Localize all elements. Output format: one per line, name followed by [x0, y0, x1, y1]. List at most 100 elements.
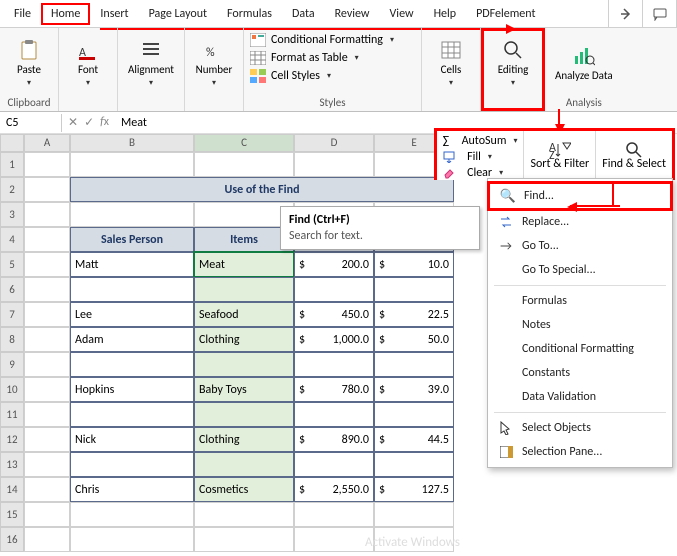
- cell[interactable]: [24, 202, 70, 227]
- tab-help[interactable]: Help: [424, 3, 467, 25]
- menu-replace[interactable]: Replace...: [488, 210, 672, 234]
- number-button[interactable]: % Number ▾: [191, 30, 237, 96]
- cell[interactable]: [24, 402, 70, 427]
- cell[interactable]: [24, 377, 70, 402]
- row-header[interactable]: 15: [0, 502, 24, 527]
- table-header[interactable]: Sales Person: [70, 227, 194, 252]
- font-button[interactable]: A Font ▾: [65, 30, 111, 96]
- row-header[interactable]: 5: [0, 252, 24, 277]
- cell[interactable]: [24, 352, 70, 377]
- table-cell[interactable]: $22.5: [374, 302, 454, 327]
- menu-cond-formatting[interactable]: Conditional Formatting: [488, 337, 672, 361]
- tab-file[interactable]: File: [4, 3, 41, 25]
- tab-insert[interactable]: Insert: [90, 3, 138, 25]
- cell[interactable]: [24, 527, 70, 552]
- table-cell[interactable]: [374, 402, 454, 427]
- table-cell[interactable]: Cosmetics: [194, 477, 294, 502]
- table-cell[interactable]: Nick: [70, 427, 194, 452]
- row-header[interactable]: 7: [0, 302, 24, 327]
- cell[interactable]: [24, 302, 70, 327]
- table-cell[interactable]: [194, 352, 294, 377]
- row-header[interactable]: 13: [0, 452, 24, 477]
- cell[interactable]: [24, 452, 70, 477]
- table-cell[interactable]: [294, 352, 374, 377]
- cell[interactable]: [24, 252, 70, 277]
- cell[interactable]: [24, 277, 70, 302]
- table-cell[interactable]: Baby Toys: [194, 377, 294, 402]
- table-header[interactable]: Items: [194, 227, 294, 252]
- col-header-b[interactable]: B: [70, 134, 194, 152]
- row-header[interactable]: 1: [0, 152, 24, 177]
- table-cell[interactable]: [194, 402, 294, 427]
- paste-button[interactable]: Paste ▾: [6, 30, 52, 96]
- cell[interactable]: [294, 502, 374, 527]
- menu-notes[interactable]: Notes: [488, 313, 672, 337]
- cell[interactable]: [70, 202, 194, 227]
- row-header[interactable]: 6: [0, 277, 24, 302]
- menu-goto-special[interactable]: Go To Special...: [488, 258, 672, 282]
- table-cell[interactable]: Clothing: [194, 427, 294, 452]
- name-box[interactable]: C5: [0, 114, 62, 132]
- tab-view[interactable]: View: [380, 3, 424, 25]
- row-header[interactable]: 2: [0, 177, 24, 202]
- cell[interactable]: [70, 527, 194, 552]
- cell[interactable]: [194, 202, 294, 227]
- cell[interactable]: [24, 427, 70, 452]
- table-cell[interactable]: [374, 452, 454, 477]
- table-cell[interactable]: [70, 352, 194, 377]
- menu-goto[interactable]: →Go To...: [488, 234, 672, 258]
- cell[interactable]: [24, 477, 70, 502]
- col-header-a[interactable]: A: [24, 134, 70, 152]
- fill-button[interactable]: Fill ▾: [443, 150, 518, 164]
- table-cell[interactable]: [194, 277, 294, 302]
- comments-icon[interactable]: [643, 0, 677, 27]
- row-header[interactable]: 16: [0, 527, 24, 552]
- table-cell[interactable]: $44.5: [374, 427, 454, 452]
- cell[interactable]: [24, 227, 70, 252]
- row-header[interactable]: 11: [0, 402, 24, 427]
- cell[interactable]: [294, 152, 374, 177]
- editing-button[interactable]: Editing ▾: [490, 33, 536, 93]
- cell[interactable]: [374, 502, 454, 527]
- cell[interactable]: [194, 527, 294, 552]
- table-cell[interactable]: $1,000.0: [294, 327, 374, 352]
- table-cell[interactable]: $127.5: [374, 477, 454, 502]
- menu-constants[interactable]: Constants: [488, 361, 672, 385]
- table-cell[interactable]: [374, 277, 454, 302]
- col-header-c[interactable]: C: [194, 134, 294, 152]
- table-cell[interactable]: [294, 452, 374, 477]
- table-cell[interactable]: [70, 452, 194, 477]
- cell[interactable]: [194, 152, 294, 177]
- tab-home[interactable]: Home: [41, 3, 90, 25]
- fx-icon[interactable]: fx: [100, 115, 109, 130]
- cells-button[interactable]: Cells ▾: [428, 30, 474, 96]
- row-header[interactable]: 8: [0, 327, 24, 352]
- cell[interactable]: [24, 327, 70, 352]
- table-cell[interactable]: Adam: [70, 327, 194, 352]
- alignment-button[interactable]: Alignment ▾: [124, 30, 178, 96]
- cell[interactable]: [70, 502, 194, 527]
- row-header[interactable]: 12: [0, 427, 24, 452]
- analyze-data-button[interactable]: Analyze Data: [551, 30, 617, 96]
- table-cell[interactable]: [194, 452, 294, 477]
- menu-select-objects[interactable]: Select Objects: [488, 416, 672, 440]
- row-header[interactable]: 14: [0, 477, 24, 502]
- cancel-icon[interactable]: ✕: [68, 115, 78, 130]
- select-all-corner[interactable]: [0, 134, 24, 152]
- tab-pdfelement[interactable]: PDFelement: [466, 3, 545, 25]
- table-cell[interactable]: [374, 352, 454, 377]
- cell[interactable]: [70, 152, 194, 177]
- sort-filter-button[interactable]: AZ Sort & Filter: [524, 131, 596, 180]
- tab-page-layout[interactable]: Page Layout: [139, 3, 217, 25]
- menu-data-validation[interactable]: Data Validation: [488, 385, 672, 409]
- table-cell[interactable]: [294, 277, 374, 302]
- menu-formulas[interactable]: Formulas: [488, 289, 672, 313]
- conditional-formatting-button[interactable]: Conditional Formatting▾: [250, 33, 394, 47]
- title-cell[interactable]: Use of the Find: [70, 177, 454, 202]
- table-cell[interactable]: $890.0: [294, 427, 374, 452]
- autosum-button[interactable]: ∑ AutoSum ▾: [443, 134, 518, 148]
- table-cell[interactable]: [294, 402, 374, 427]
- share-icon[interactable]: [609, 0, 643, 27]
- table-cell[interactable]: Meat: [194, 252, 294, 277]
- find-select-button[interactable]: Find & Select: [596, 131, 672, 180]
